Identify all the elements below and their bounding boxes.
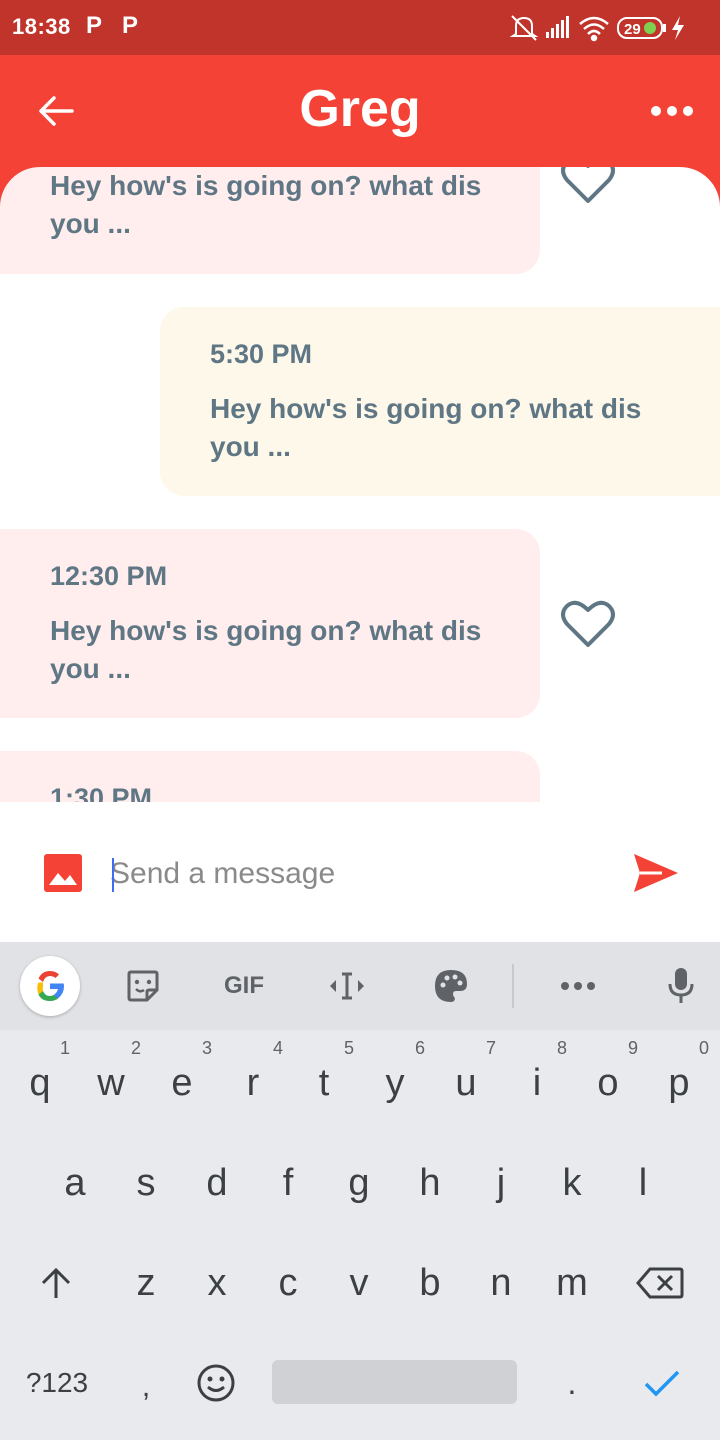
status-bar: 18:38 P P 29	[0, 0, 720, 55]
message-bubble-sent: 5:30 PM Hey how's is going on? what dis …	[160, 307, 720, 496]
key-s[interactable]: s	[110, 1138, 182, 1228]
emoji-icon	[197, 1364, 235, 1402]
shift-arrow-icon	[41, 1267, 71, 1298]
key-k[interactable]: k	[536, 1138, 608, 1228]
status-time: 18:38	[12, 14, 71, 39]
theme-palette-icon[interactable]	[428, 964, 474, 1008]
key-w[interactable]: w2	[75, 1038, 147, 1128]
key-m[interactable]: m	[536, 1238, 608, 1328]
wifi-icon	[579, 16, 609, 42]
shift-key[interactable]	[20, 1238, 92, 1328]
page-title: Greg	[299, 80, 421, 138]
header-curve-right	[680, 167, 720, 207]
keyboard-toolbar: GIF	[0, 942, 720, 1030]
toolbar-divider	[512, 964, 514, 1008]
key-h[interactable]: h	[394, 1138, 466, 1228]
more-options-icon[interactable]	[555, 964, 601, 1008]
message-text: Hey how's is going on? what dis you ...	[210, 393, 642, 462]
message-composer	[0, 802, 720, 942]
message-text: Hey how's is going on? what dis you ...	[50, 170, 482, 239]
key-j[interactable]: j	[465, 1138, 537, 1228]
message-list[interactable]: Hey how's is going on? what dis you ... …	[0, 167, 720, 802]
message-bubble-received: 12:30 PM Hey how's is going on? what dis…	[0, 529, 540, 718]
comma-key[interactable]: ,	[110, 1342, 182, 1432]
message-text: Hey how's is going on? what dis you ...	[50, 615, 482, 684]
backspace-key[interactable]	[624, 1238, 696, 1328]
message-bubble-received: Hey how's is going on? what dis you ...	[0, 167, 540, 274]
checkmark-icon	[644, 1370, 680, 1397]
message-input[interactable]	[110, 850, 610, 898]
key-c[interactable]: c	[252, 1238, 324, 1328]
key-r[interactable]: r4	[217, 1038, 289, 1128]
message-bubble-received: 1:30 PM	[0, 751, 540, 802]
emoji-key[interactable]	[180, 1338, 252, 1428]
google-icon	[37, 971, 64, 1001]
key-x[interactable]: x	[181, 1238, 253, 1328]
google-search-button[interactable]	[20, 956, 80, 1016]
heart-icon[interactable]	[561, 599, 615, 649]
key-u[interactable]: u7	[430, 1038, 502, 1128]
key-t[interactable]: t5	[288, 1038, 360, 1128]
key-o[interactable]: o9	[572, 1038, 644, 1128]
period-key[interactable]: .	[536, 1338, 608, 1428]
gif-button[interactable]: GIF	[214, 964, 274, 1008]
charging-icon	[672, 16, 684, 40]
key-d[interactable]: d	[181, 1138, 253, 1228]
mute-icon	[509, 15, 539, 41]
heart-icon[interactable]	[561, 167, 615, 205]
message-time: 12:30 PM	[50, 561, 168, 591]
send-icon[interactable]	[632, 852, 680, 894]
image-attach-icon[interactable]	[43, 853, 83, 893]
key-f[interactable]: f	[252, 1138, 324, 1228]
message-time: 1:30 PM	[50, 783, 153, 802]
header-curve-left	[0, 167, 40, 207]
key-y[interactable]: y6	[359, 1038, 431, 1128]
key-b[interactable]: b	[394, 1238, 466, 1328]
key-q[interactable]: q1	[4, 1038, 76, 1128]
key-e[interactable]: e3	[146, 1038, 218, 1128]
text-cursor-control-icon[interactable]	[324, 964, 370, 1008]
on-screen-keyboard: GIF q 1 w 2 e 3 r 4 t 5 y 6 u 7 i 8 o 9 …	[0, 942, 720, 1440]
done-key[interactable]	[626, 1338, 698, 1428]
signal-icon	[546, 16, 569, 38]
more-options-icon[interactable]	[650, 95, 694, 127]
microphone-icon[interactable]	[658, 964, 704, 1008]
key-p[interactable]: p0	[643, 1038, 715, 1128]
parking-notification-icon: P	[122, 12, 139, 39]
space-bar[interactable]	[272, 1360, 517, 1404]
sticker-icon[interactable]	[120, 964, 166, 1008]
key-i[interactable]: i8	[501, 1038, 573, 1128]
app-bar: Greg	[0, 55, 720, 167]
key-v[interactable]: v	[323, 1238, 395, 1328]
key-a[interactable]: a	[39, 1138, 111, 1228]
symbols-key[interactable]: ?123	[12, 1338, 102, 1428]
backspace-icon	[636, 1267, 684, 1299]
key-l[interactable]: l	[607, 1138, 679, 1228]
text-cursor	[112, 858, 114, 892]
key-g[interactable]: g	[323, 1138, 395, 1228]
key-n[interactable]: n	[465, 1238, 537, 1328]
parking-notification-icon: P	[86, 12, 103, 39]
message-time: 5:30 PM	[210, 339, 313, 369]
key-z[interactable]: z	[110, 1238, 182, 1328]
battery-level: 29	[624, 21, 641, 38]
status-icons: 29	[509, 12, 710, 44]
